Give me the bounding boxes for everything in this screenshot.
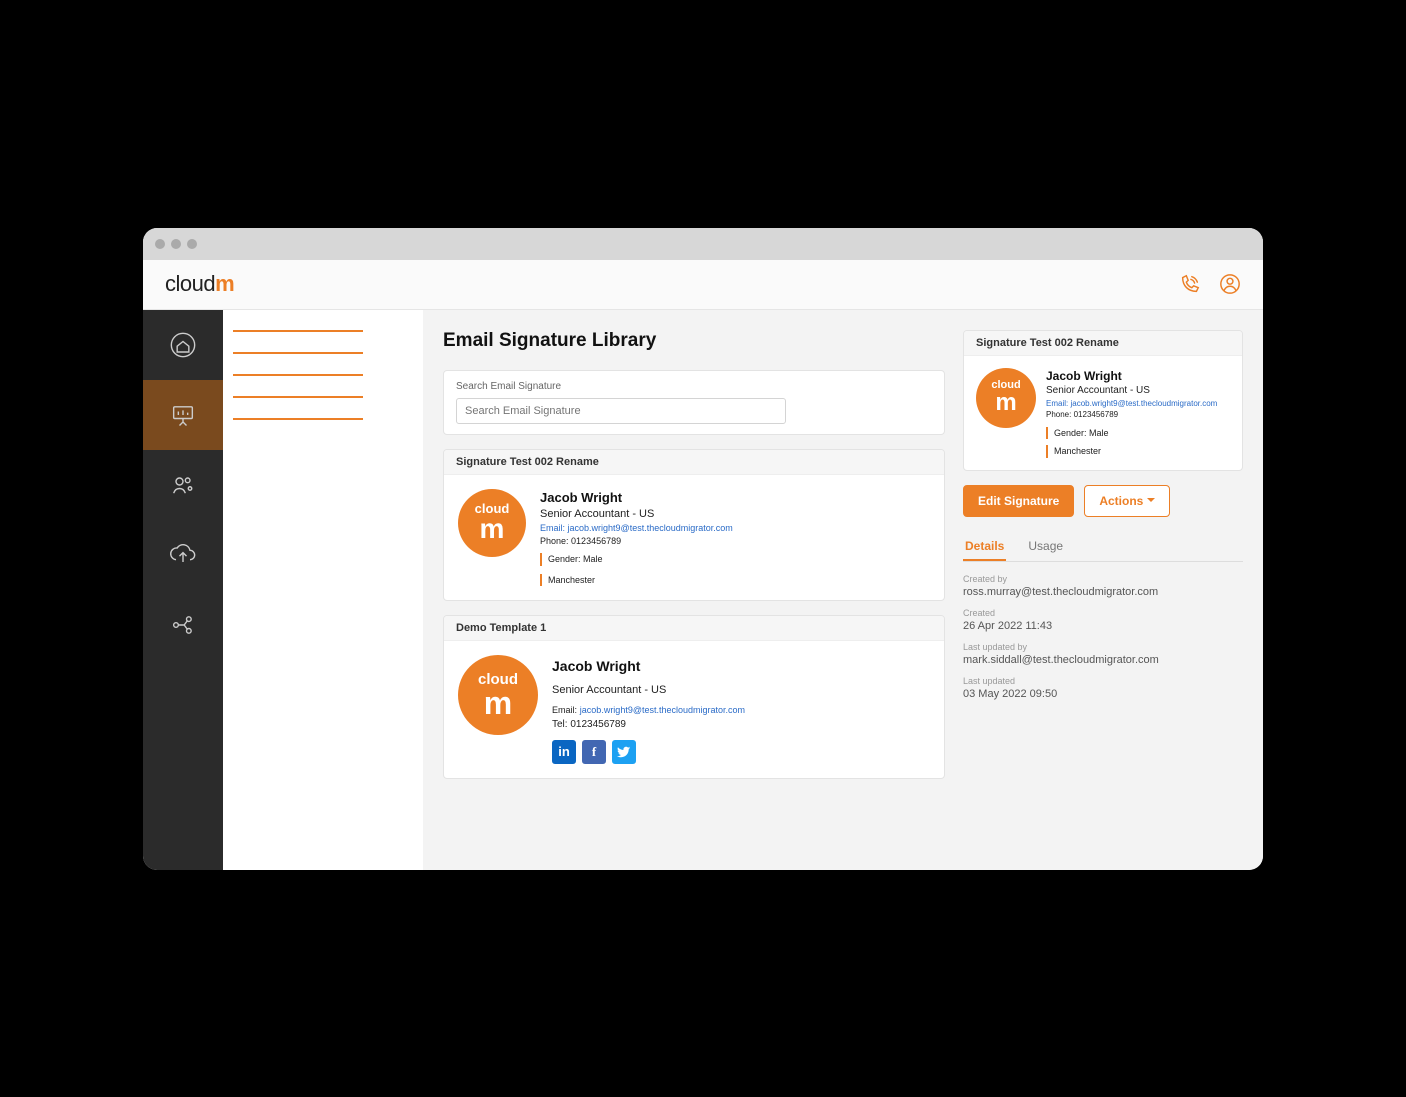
cloudm-logo-icon: cloudm xyxy=(458,655,538,735)
twitter-icon[interactable] xyxy=(612,740,636,764)
sig-name: Jacob Wright xyxy=(540,489,733,507)
network-icon xyxy=(169,611,197,639)
traffic-dot-close[interactable] xyxy=(155,239,165,249)
preview-title: Signature Test 002 Rename xyxy=(964,331,1242,356)
tab-usage[interactable]: Usage xyxy=(1026,533,1065,561)
sidebar-item-upload[interactable] xyxy=(143,520,223,590)
detail-tabs: Details Usage xyxy=(963,533,1243,562)
preview-card: Signature Test 002 Rename cloudm Jacob W… xyxy=(963,330,1243,471)
search-label: Search Email Signature xyxy=(456,381,932,392)
cloudm-logo-icon: cloudm xyxy=(976,368,1036,428)
meta-created-label: Created xyxy=(963,608,1243,618)
topbar: cloudm xyxy=(143,260,1263,310)
page-title: Email Signature Library xyxy=(443,330,945,352)
sidebar-item-users[interactable] xyxy=(143,450,223,520)
search-block: Search Email Signature xyxy=(443,370,945,435)
subnav-link-1[interactable] xyxy=(233,330,363,332)
browser-frame: cloudm xyxy=(143,228,1263,870)
search-input[interactable] xyxy=(456,398,786,424)
meta-updated: 03 May 2022 09:50 xyxy=(963,688,1243,700)
users-icon xyxy=(169,471,197,499)
user-icon[interactable] xyxy=(1219,273,1241,295)
meta-created: 26 Apr 2022 11:43 xyxy=(963,620,1243,632)
home-icon xyxy=(169,331,197,359)
logo-part2: m xyxy=(215,271,234,296)
linkedin-icon[interactable]: in xyxy=(552,740,576,764)
subnav-link-3[interactable] xyxy=(233,374,363,376)
sidebar xyxy=(143,310,223,870)
meta-created-by: ross.murray@test.thecloudmigrator.com xyxy=(963,586,1243,598)
edit-signature-button[interactable]: Edit Signature xyxy=(963,485,1074,517)
tab-details[interactable]: Details xyxy=(963,533,1006,561)
upload-cloud-icon xyxy=(169,541,197,569)
window-titlebar xyxy=(143,228,1263,260)
subnav-link-5[interactable] xyxy=(233,418,363,420)
traffic-dot-min[interactable] xyxy=(171,239,181,249)
subnav-link-2[interactable] xyxy=(233,352,363,354)
app-logo[interactable]: cloudm xyxy=(165,271,234,297)
subnav-link-4[interactable] xyxy=(233,396,363,398)
sig-role: Senior Accountant - US xyxy=(552,683,745,698)
signature-card[interactable]: Signature Test 002 Rename cloudm Jacob W… xyxy=(443,449,945,602)
actions-dropdown-button[interactable]: Actions xyxy=(1084,485,1170,517)
logo-part1: cloud xyxy=(165,271,215,296)
subnav xyxy=(223,310,423,870)
facebook-icon[interactable]: f xyxy=(582,740,606,764)
sidebar-item-settings[interactable] xyxy=(143,590,223,660)
sidebar-item-templates[interactable] xyxy=(143,380,223,450)
signature-card-title: Signature Test 002 Rename xyxy=(444,450,944,475)
phone-icon[interactable] xyxy=(1179,273,1201,295)
sig-role: Senior Accountant - US xyxy=(540,507,733,522)
main-panel: Email Signature Library Search Email Sig… xyxy=(423,310,1263,870)
meta-created-by-label: Created by xyxy=(963,574,1243,584)
meta-updated-by: mark.siddall@test.thecloudmigrator.com xyxy=(963,654,1243,666)
signature-card-title: Demo Template 1 xyxy=(444,616,944,641)
meta-updated-label: Last updated xyxy=(963,676,1243,686)
presentation-icon xyxy=(169,401,197,429)
meta-updated-by-label: Last updated by xyxy=(963,642,1243,652)
sidebar-item-home[interactable] xyxy=(143,310,223,380)
cloudm-logo-icon: cloudm xyxy=(458,489,526,557)
signature-card[interactable]: Demo Template 1 cloudm Jacob Wright Seni… xyxy=(443,615,945,779)
traffic-dot-max[interactable] xyxy=(187,239,197,249)
sig-name: Jacob Wright xyxy=(552,657,745,677)
